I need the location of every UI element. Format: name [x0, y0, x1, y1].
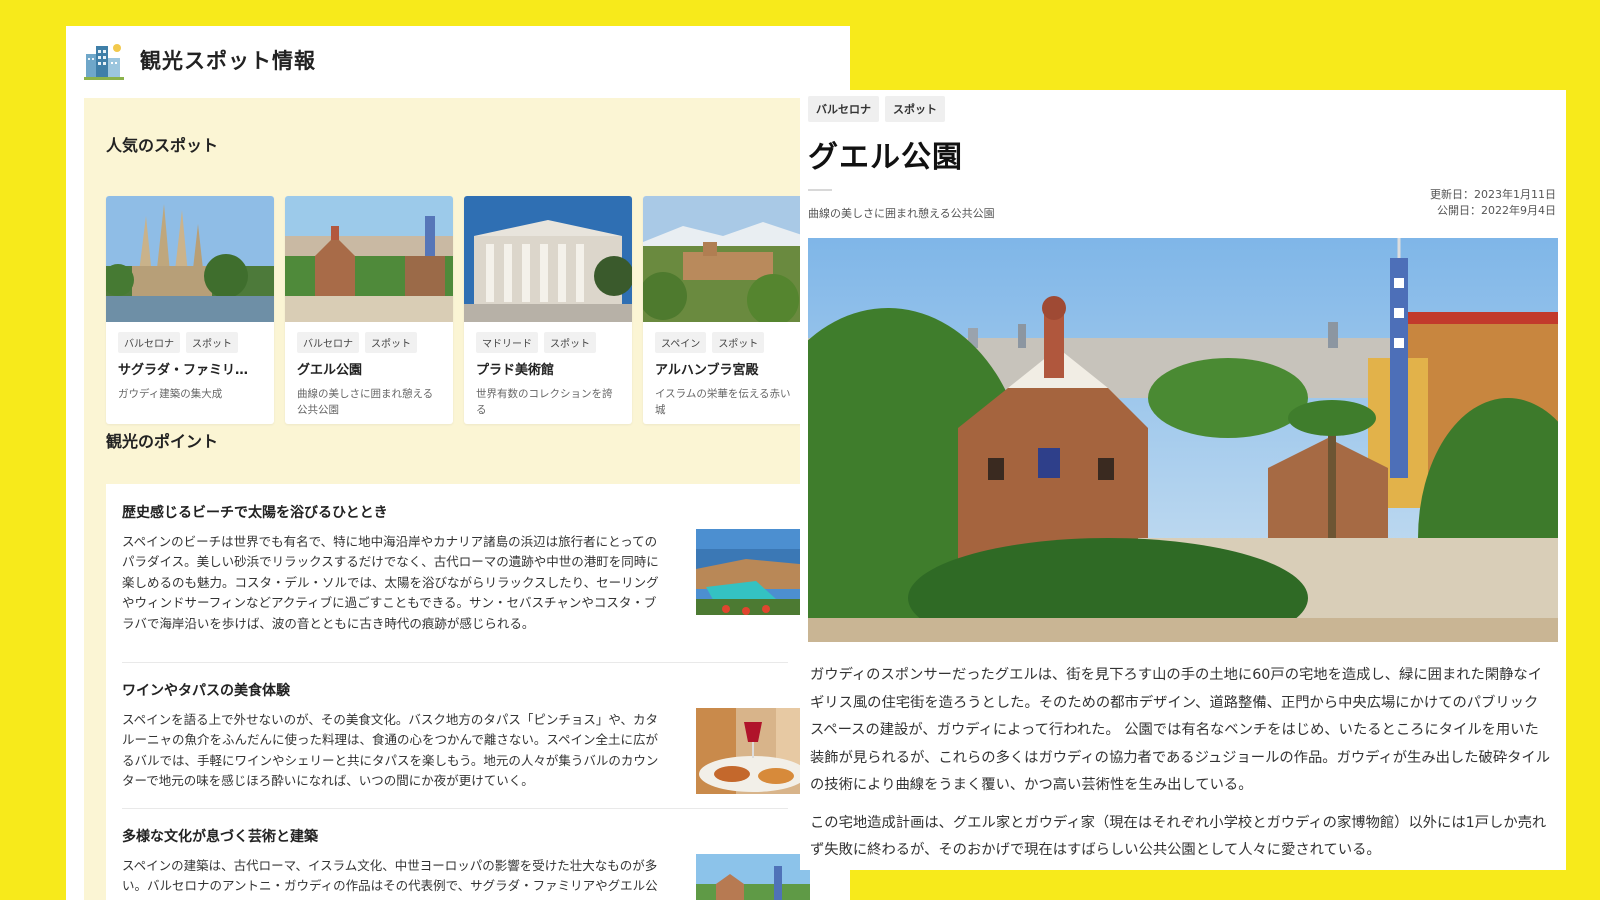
tag-city[interactable]: バルセロナ [808, 96, 879, 122]
title-rule [808, 189, 832, 191]
article-paragraph: この宅地造成計画は、グエル家とガウディ家（現在はそれぞれ小学校とガウディの家博物… [810, 814, 1547, 859]
date-info: 更新日：2023年1月11日 公開日：2022年9月4日 [1430, 187, 1556, 219]
page-title: グエル公園 [808, 140, 963, 175]
card-title[interactable]: サグラダ・ファミリ… [118, 359, 262, 378]
page-subtitle: 曲線の美しさに囲まれ憩える公共公園 [808, 207, 995, 220]
beach-photo [696, 529, 810, 615]
divider [122, 808, 788, 809]
spot-detail-page: バルセロナ スポット グエル公園 曲線の美しさに囲まれ憩える公共公園 更新日：2… [800, 90, 1566, 870]
article-paragraph: ガウディのスポンサーだったグエルは、街を見下ろす山の手の土地に60戸の宅地を造成… [810, 667, 1550, 794]
sightseeing-points-heading: 観光のポイント [106, 432, 219, 451]
card-title[interactable]: グエル公園 [297, 359, 441, 378]
card-title[interactable]: アルハンブラ宮殿 [655, 359, 799, 378]
article-body: ガウディのスポンサーだったグエルは、街を見下ろす山の手の土地に60戸の宅地を造成… [810, 662, 1552, 870]
detail-tags: バルセロナ スポット [808, 96, 945, 122]
tag-city[interactable]: バルセロナ [118, 332, 180, 353]
point-text: スペインの建築は、古代ローマ、イスラム文化、中世ヨーロッパの影響を受けた壮大なも… [122, 858, 658, 900]
point-text: スペインのビーチは世界でも有名で、特に地中海沿岸やカナリア諸島の浜辺は旅行者にと… [122, 534, 659, 631]
updated-date: 更新日：2023年1月11日 [1430, 188, 1556, 201]
tag-category[interactable]: スポット [365, 332, 417, 353]
tag-category[interactable]: スポット [544, 332, 596, 353]
spot-card[interactable]: マドリード スポット プラド美術館 世界有数のコレクションを誇る [464, 196, 632, 424]
card-description: 世界有数のコレクションを誇る [476, 388, 613, 417]
point-title[interactable]: 歴史感じるビーチで太陽を浴びるひととき [122, 502, 788, 522]
tapas-wine-photo [696, 708, 810, 794]
tag-city[interactable]: バルセロナ [297, 332, 359, 353]
tag-city[interactable]: マドリード [476, 332, 538, 353]
sagrada-familia-photo [106, 196, 274, 322]
list-item[interactable]: 多様な文化が息づく芸術と建築 スペインの建築は、古代ローマ、イスラム文化、中世ヨ… [122, 826, 810, 900]
published-date: 公開日：2022年9月4日 [1437, 203, 1556, 217]
popular-spots-cards: バルセロナ スポット サグラダ・ファミリ… ガウディ建築の集大成 バルセロナ ス… [106, 196, 811, 424]
prado-museum-photo [464, 196, 632, 322]
card-description: ガウディ建築の集大成 [118, 388, 223, 400]
spot-list-page: 観光スポット情報 人気のスポット バルセロナ スポット サグラダ・ファミリ… ガ… [66, 26, 850, 900]
site-title[interactable]: 観光スポット情報 [140, 45, 316, 75]
alhambra-photo [643, 196, 811, 322]
tag-category[interactable]: スポット [186, 332, 238, 353]
architecture-photo [696, 854, 810, 900]
spot-card[interactable]: バルセロナ スポット グエル公園 曲線の美しさに囲まれ憩える公共公園 [285, 196, 453, 424]
card-title[interactable]: プラド美術館 [476, 359, 620, 378]
popular-spots-heading: 人気のスポット [106, 136, 219, 155]
park-guell-panorama-photo [808, 238, 1558, 642]
card-description: 曲線の美しさに囲まれ憩える公共公園 [297, 388, 434, 417]
card-description: イスラムの栄華を伝える赤い城 [655, 388, 791, 417]
tag-region[interactable]: スペイン [655, 332, 707, 353]
list-item[interactable]: ワインやタパスの美食体験 スペインを語る上で外せないのが、その美食文化。バスク地… [122, 680, 810, 794]
tag-category[interactable]: スポット [885, 96, 945, 122]
city-buildings-icon [84, 40, 124, 80]
list-item[interactable]: 歴史感じるビーチで太陽を浴びるひととき スペインのビーチは世界でも有名で、特に地… [122, 502, 810, 634]
spot-card[interactable]: バルセロナ スポット サグラダ・ファミリ… ガウディ建築の集大成 [106, 196, 274, 424]
spot-card[interactable]: スペイン スポット アルハンブラ宮殿 イスラムの栄華を伝える赤い城 [643, 196, 811, 424]
divider [122, 662, 788, 663]
point-title[interactable]: ワインやタパスの美食体験 [122, 680, 788, 700]
point-title[interactable]: 多様な文化が息づく芸術と建築 [122, 826, 788, 846]
content-area: 人気のスポット バルセロナ スポット サグラダ・ファミリ… ガウディ建築の集大成… [84, 98, 850, 900]
point-text: スペインを語る上で外せないのが、その美食文化。バスク地方のタパス「ピンチョス」や… [122, 712, 659, 789]
tag-category[interactable]: スポット [712, 332, 765, 353]
site-header: 観光スポット情報 [84, 40, 316, 80]
sightseeing-points-list: 歴史感じるビーチで太陽を浴びるひととき スペインのビーチは世界でも有名で、特に地… [106, 484, 850, 900]
park-guell-photo [285, 196, 453, 322]
